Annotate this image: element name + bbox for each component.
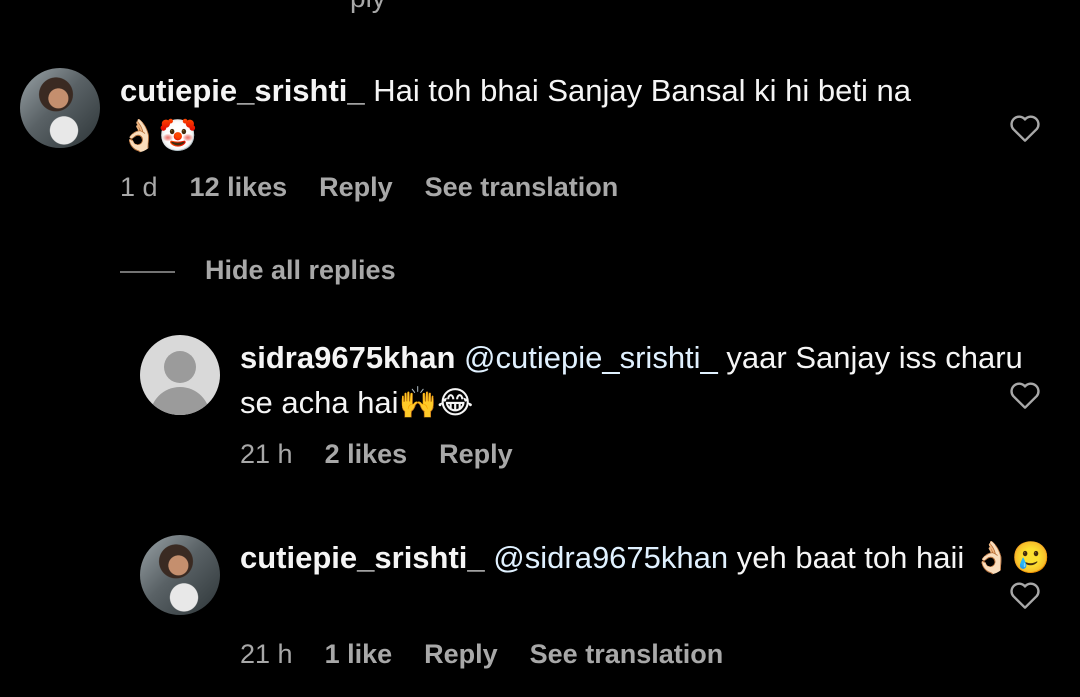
previous-comment-fragment: ply	[350, 0, 386, 14]
reply-meta: 21 h 1 like Reply See translation	[240, 639, 755, 670]
default-avatar[interactable]	[140, 335, 220, 415]
reply-body: yeh baat toh haii	[728, 540, 973, 575]
reply-username[interactable]: sidra9675khan	[240, 340, 455, 375]
reply-meta: 21 h 2 likes Reply	[240, 439, 545, 470]
see-translation-button[interactable]: See translation	[530, 639, 724, 670]
avatar[interactable]	[140, 535, 220, 615]
avatar[interactable]	[20, 68, 100, 148]
hide-all-replies-button[interactable]: Hide all replies	[205, 255, 396, 286]
reply-likes[interactable]: 2 likes	[325, 439, 408, 470]
reply-mention[interactable]: @cutiepie_srishti_	[464, 340, 718, 375]
reply-likes[interactable]: 1 like	[325, 639, 393, 670]
see-translation-button[interactable]: See translation	[425, 172, 619, 203]
heart-outline-icon[interactable]	[1009, 113, 1041, 143]
reply-time: 21 h	[240, 439, 293, 469]
reply-time: 21 h	[240, 639, 293, 669]
comment-text: cutiepie_srishti_ Hai toh bhai Sanjay Ba…	[120, 68, 940, 159]
comment-emojis: 👌🏻🤡	[120, 118, 198, 154]
reply-button[interactable]: Reply	[424, 639, 498, 670]
reply-mention[interactable]: @sidra9675khan	[493, 540, 728, 575]
reply-text: sidra9675khan @cutiepie_srishti_ yaar Sa…	[240, 335, 1060, 426]
reply-emojis: 🙌😂	[398, 385, 474, 421]
heart-outline-icon[interactable]	[1009, 580, 1041, 610]
reply-username[interactable]: cutiepie_srishti_	[240, 540, 485, 575]
comment-username[interactable]: cutiepie_srishti_	[120, 73, 365, 108]
comment-body: Hai toh bhai Sanjay Bansal ki hi beti na	[364, 73, 911, 108]
reply-button[interactable]: Reply	[319, 172, 393, 203]
avatar-body-shape	[150, 387, 210, 415]
reply-emojis: 👌🏻🥲	[972, 540, 1051, 576]
reply-button[interactable]: Reply	[439, 439, 513, 470]
comment-time: 1 d	[120, 172, 158, 202]
avatar-head-shape	[164, 351, 196, 383]
comment-meta: 1 d 12 likes Reply See translation	[120, 172, 650, 203]
reply-text: cutiepie_srishti_ @sidra9675khan yeh baa…	[240, 535, 1060, 581]
hide-replies-divider	[120, 271, 175, 273]
comment-likes[interactable]: 12 likes	[190, 172, 288, 203]
heart-outline-icon[interactable]	[1009, 380, 1041, 410]
